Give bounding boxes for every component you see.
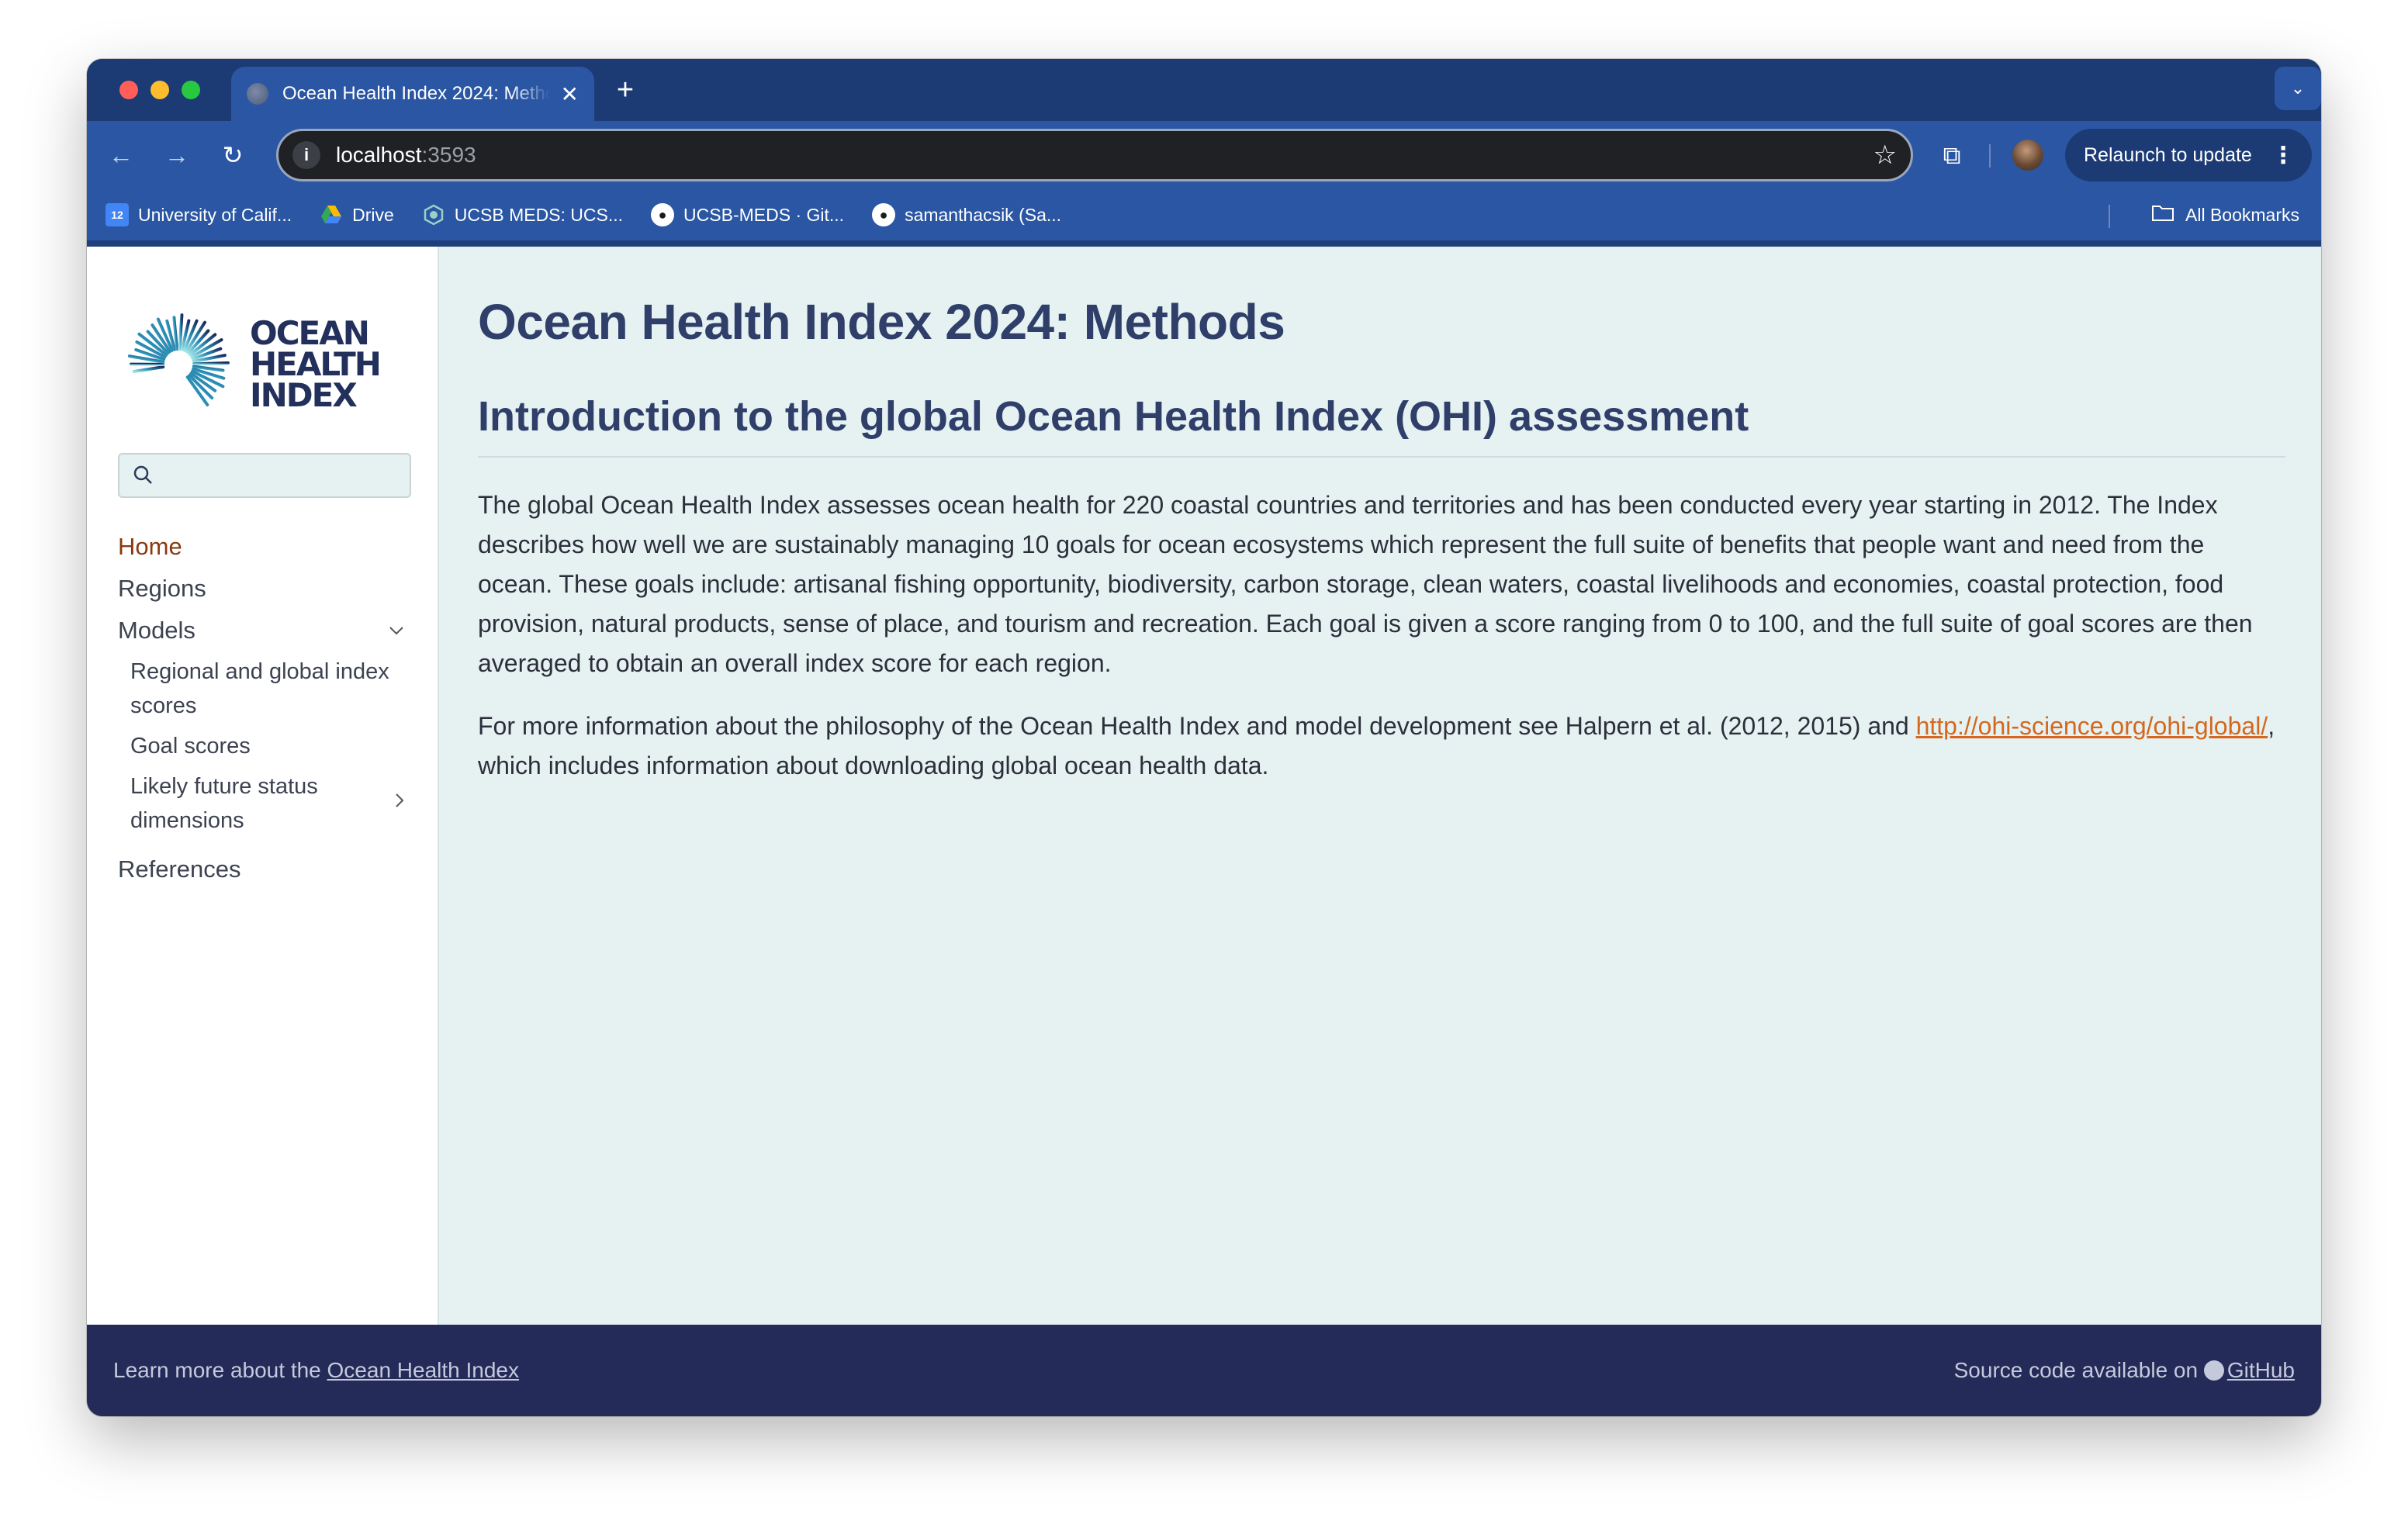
ohi-logo-text: OCEAN HEALTH INDEX [250,314,382,414]
bookmark-item[interactable]: ● UCSB-MEDS · Git... [651,203,844,226]
bookmark-item[interactable]: UCSB MEDS: UCS... [422,203,623,226]
tab-title: Ocean Health Index 2024: Methods [282,83,550,104]
globe-icon [247,83,268,105]
reload-button[interactable]: ↻ [216,138,250,172]
ohi-logo[interactable]: OCEAN HEALTH INDEX [123,307,382,414]
sidebar-item-references[interactable]: References [118,848,428,890]
sidebar-item-home[interactable]: Home [118,526,428,568]
search-box[interactable] [118,453,411,498]
chevron-right-icon[interactable] [394,786,405,821]
sidebar-item-regional-scores[interactable]: Regional and global index scores [130,651,428,726]
chevron-down-icon: ⌄ [2290,78,2306,98]
logo-ray [132,365,165,374]
github-icon [2203,1360,2224,1381]
sidebar: OCEAN HEALTH INDEX Home Regions Models R… [87,247,439,1325]
extensions-icon[interactable]: ⧉ [1936,140,1967,171]
folder-icon [2151,202,2174,227]
info-icon[interactable]: i [292,141,320,169]
page-title: Ocean Health Index 2024: Methods [478,294,1285,350]
page-content: OCEAN HEALTH INDEX Home Regions Models R… [87,247,2321,1416]
footer-right: Source code available on GitHub [1954,1358,2295,1383]
ucsb-icon [422,203,445,226]
calendar-icon: 12 [106,203,129,226]
close-tab-icon[interactable]: ✕ [561,81,579,107]
footer: Learn more about the Ocean Health Index … [87,1325,2321,1416]
models-submenu: Regional and global index scores Goal sc… [118,651,428,841]
sidebar-item-likely-future[interactable]: Likely future status dimensions [130,766,428,841]
github-icon: ● [872,203,896,226]
drive-icon [320,203,343,226]
maximize-window-button[interactable] [182,81,200,99]
sidebar-item-label: Models [118,617,195,644]
bookmark-item[interactable]: ● samanthacsik (Sa... [872,203,1061,226]
bookmark-item[interactable]: Drive [320,203,394,226]
all-bookmarks-label: All Bookmarks [2185,204,2299,225]
tab-search-button[interactable]: ⌄ [2275,67,2321,110]
sidebar-item-regions[interactable]: Regions [118,568,428,610]
minimize-window-button[interactable] [150,81,169,99]
search-input[interactable] [166,461,399,492]
intro-paragraph: The global Ocean Health Index assesses o… [478,491,2253,677]
sidebar-item-label: Likely future status dimensions [130,774,318,833]
chevron-down-icon[interactable] [388,610,405,651]
bookmark-label: UCSB MEDS: UCS... [454,204,624,225]
github-icon: ● [651,203,675,226]
more-info-paragraph: For more information about the philosoph… [478,707,2285,786]
bookmark-label: samanthacsik (Sa... [905,204,1062,225]
new-tab-button[interactable]: + [608,73,642,107]
tab-strip: Ocean Health Index 2024: Methods ✕ + ⌄ [87,59,2321,121]
back-button[interactable]: ← [104,138,138,172]
all-bookmarks-button[interactable]: All Bookmarks [2151,189,2299,240]
sidebar-item-goal-scores[interactable]: Goal scores [130,726,428,766]
github-link[interactable]: GitHub [2227,1358,2295,1382]
footer-text: Source code available on [1953,1358,2204,1382]
logo-ray [192,361,230,366]
paragraph-text: For more information about the philosoph… [478,712,1916,740]
ohi-logo-mark [127,313,230,407]
bookmarks-divider [2109,205,2110,228]
address-bar[interactable]: i localhost :3593 ☆ [276,129,1913,181]
logo-ray [178,313,184,351]
sidebar-nav: Home Regions Models Regional and global … [118,526,428,890]
relaunch-button[interactable]: Relaunch to update ⋮ [2065,129,2312,181]
profile-avatar[interactable] [2012,140,2043,171]
ohi-link[interactable]: Ocean Health Index [327,1358,520,1382]
footer-text: Learn more about the [113,1358,327,1382]
browser-window: Ocean Health Index 2024: Methods ✕ + ⌄ ←… [87,59,2321,1416]
active-tab[interactable]: Ocean Health Index 2024: Methods ✕ [231,67,594,121]
toolbar-divider [1989,144,1991,168]
footer-left: Learn more about the Ocean Health Index [113,1358,519,1383]
main-content: Ocean Health Index 2024: Methods Introdu… [478,293,2285,786]
more-menu-icon: ⋮ [2271,142,2295,168]
browser-toolbar: ← → ↻ i localhost :3593 ☆ ⧉ Relaunch to … [87,121,2321,189]
bookmark-label: University of Calif... [138,204,292,225]
relaunch-label: Relaunch to update [2084,143,2252,166]
forward-button[interactable]: → [160,138,194,172]
url-host: localhost [336,143,422,167]
bookmark-star-icon[interactable]: ☆ [1873,140,1897,171]
search-icon [132,464,155,487]
bookmark-item[interactable]: 12 University of Calif... [106,203,292,226]
url-port: :3593 [421,143,476,167]
ohi-global-link[interactable]: http://ohi-science.org/ohi-global/ [1916,712,2268,740]
bookmarks-bar: 12 University of Calif... Drive UCSB MED… [87,189,2321,240]
sidebar-item-models[interactable]: Models [118,610,428,651]
section-title: Introduction to the global Ocean Health … [478,392,2285,458]
bookmark-label: Drive [352,204,394,225]
close-window-button[interactable] [119,81,138,99]
bookmark-label: UCSB-MEDS · Git... [683,204,845,225]
